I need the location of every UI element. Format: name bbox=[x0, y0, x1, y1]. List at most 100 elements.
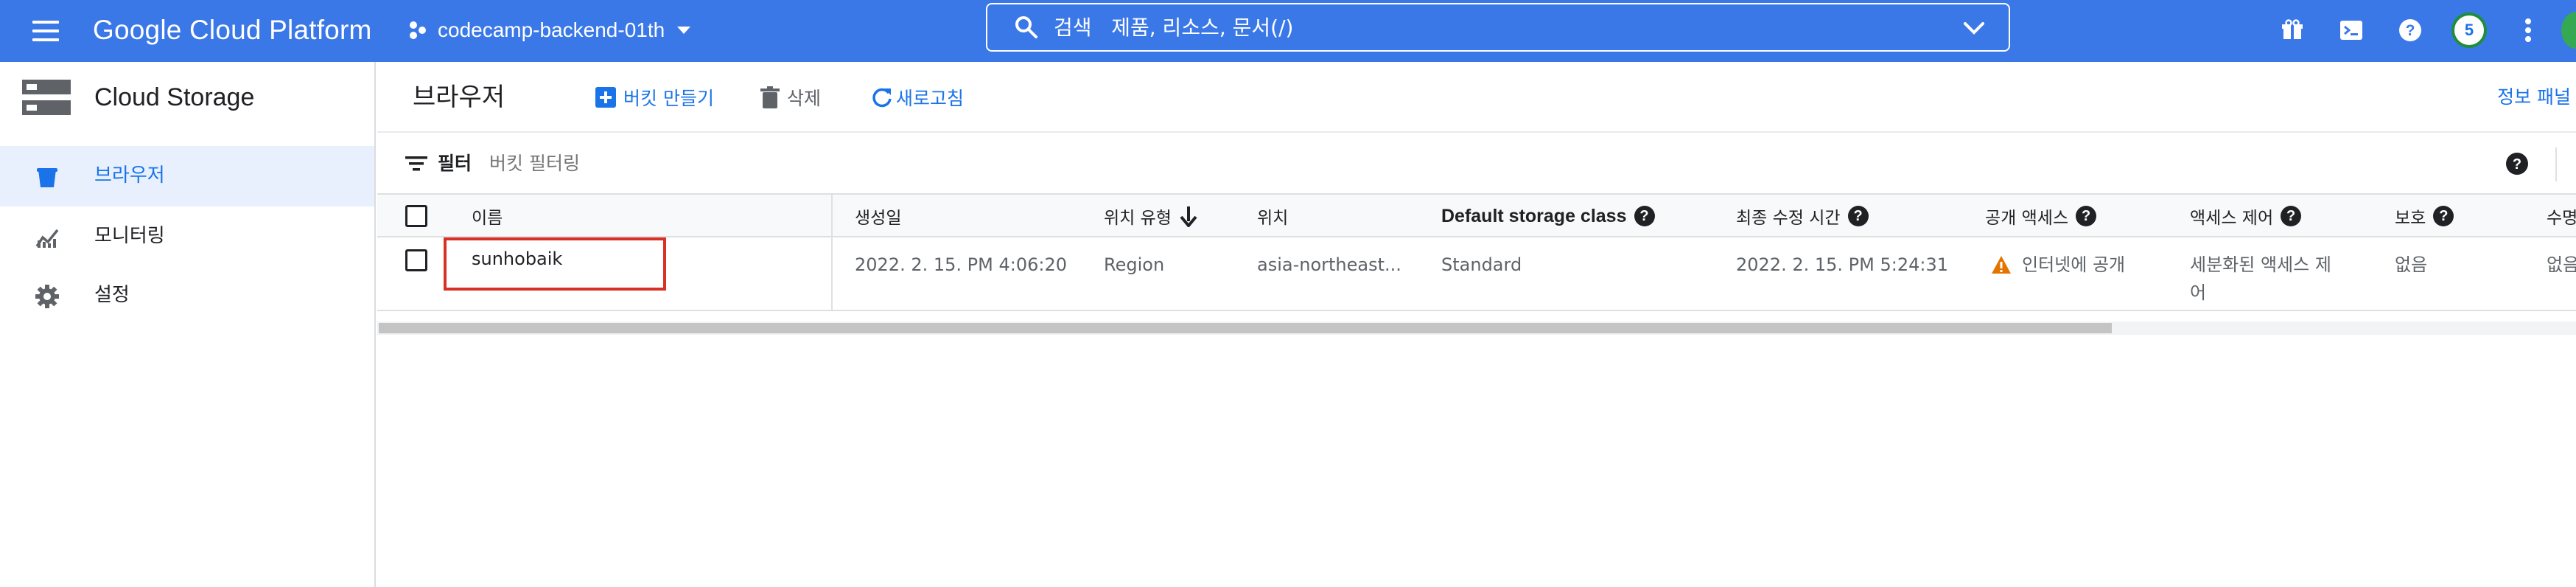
row-checkbox[interactable] bbox=[405, 249, 427, 271]
refresh-icon bbox=[872, 88, 892, 108]
col-location[interactable]: 위치 bbox=[1257, 195, 1288, 237]
sort-arrow-down-icon bbox=[1180, 206, 1197, 227]
column-divider bbox=[831, 193, 833, 311]
cell-location-type: Region bbox=[1104, 254, 1165, 275]
trash-icon bbox=[760, 86, 780, 108]
col-location-label: 위치 bbox=[1257, 209, 1289, 228]
help-icon[interactable]: ? bbox=[2392, 12, 2429, 49]
search-expand-icon[interactable] bbox=[1961, 18, 1987, 40]
col-storage-class[interactable]: Default storage class ? bbox=[1441, 195, 1655, 237]
sidebar-item-browser[interactable]: 브라우저 bbox=[0, 146, 374, 206]
select-all-checkbox[interactable] bbox=[405, 205, 427, 227]
search-input[interactable]: 검색 제품, 리소스, 문서(/) bbox=[1054, 15, 1293, 41]
bucket-name-link[interactable]: sunhobaik bbox=[472, 245, 562, 273]
col-lifecycle[interactable]: 수명 bbox=[2547, 195, 2576, 237]
bucket-icon bbox=[37, 168, 57, 187]
product-title: Cloud Storage bbox=[94, 83, 255, 111]
filter-label: 필터 bbox=[438, 153, 472, 174]
access-control-line: 세분화된 액세스 제 bbox=[2190, 254, 2331, 275]
search-placeholder: 제품, 리소스, 문서(/) bbox=[1111, 15, 1294, 40]
col-modified-label: 최종 수정 시간 bbox=[1736, 209, 1841, 228]
sidebar-item-label: 설정 bbox=[94, 284, 130, 306]
account-avatar[interactable]: 5 bbox=[2451, 12, 2488, 49]
divider bbox=[2555, 147, 2557, 181]
access-control-line: 어 bbox=[2190, 282, 2207, 303]
cell-created: 2022. 2. 15. PM 4:06:20 bbox=[855, 254, 1067, 275]
cell-protection: 없음 bbox=[2395, 254, 2428, 275]
more-vert-icon[interactable] bbox=[2510, 12, 2547, 49]
chart-icon bbox=[35, 229, 59, 248]
sidebar: Cloud Storage 브라우저 모니터링 설정 bbox=[0, 62, 376, 587]
horizontal-scrollbar[interactable] bbox=[377, 322, 2576, 335]
main-menu-icon[interactable] bbox=[29, 16, 65, 46]
search-icon bbox=[1015, 16, 1037, 38]
cell-access-control: 세분화된 액세스 제 어 bbox=[2190, 251, 2331, 307]
svg-text:?: ? bbox=[2513, 156, 2521, 173]
col-location-type[interactable]: 위치 유형 bbox=[1104, 195, 1198, 237]
col-public-access-label: 공개 액세스 bbox=[1985, 209, 2069, 228]
svg-text:?: ? bbox=[2406, 22, 2415, 39]
avatar: 5 bbox=[2451, 13, 2487, 48]
cell-location: asia-northeast... bbox=[1257, 254, 1401, 275]
chevron-down-icon bbox=[677, 27, 691, 34]
cell-public-access: 인터넷에 공개 bbox=[1991, 251, 2125, 279]
add-box-icon bbox=[595, 87, 616, 108]
cell-modified: 2022. 2. 15. PM 5:24:31 bbox=[1736, 254, 1948, 275]
refresh-label: 새로고침 bbox=[896, 88, 965, 109]
col-protection[interactable]: 보호 ? bbox=[2395, 195, 2454, 237]
brand-logo-text[interactable]: Google Cloud Platform bbox=[93, 10, 372, 50]
public-access-text: 인터넷에 공개 bbox=[2022, 254, 2126, 275]
filter-icon bbox=[405, 156, 427, 171]
delete-button[interactable]: 삭제 bbox=[760, 83, 821, 112]
top-app-bar: Google Cloud Platform codecamp-backend-0… bbox=[0, 0, 2576, 62]
help-icon[interactable]: ? bbox=[2505, 152, 2529, 176]
col-name[interactable]: 이름 bbox=[472, 195, 503, 237]
col-public-access[interactable]: 공개 액세스 ? bbox=[1985, 195, 2097, 237]
col-access-control-label: 액세스 제어 bbox=[2190, 209, 2274, 228]
refresh-button[interactable]: 새로고침 bbox=[871, 83, 964, 112]
project-icon bbox=[410, 21, 426, 39]
project-selector[interactable]: codecamp-backend-01th bbox=[407, 12, 694, 49]
partial-avatar[interactable] bbox=[2561, 12, 2576, 49]
help-icon[interactable]: ? bbox=[2433, 206, 2454, 226]
page-title: 브라우저 bbox=[413, 83, 505, 112]
col-access-control[interactable]: 액세스 제어 ? bbox=[2190, 195, 2302, 237]
storage-icon bbox=[22, 80, 71, 115]
table-header: 이름 생성일 위치 유형 위치 Default storage class ? … bbox=[377, 193, 2576, 237]
warning-icon bbox=[1992, 256, 2011, 274]
table-row[interactable]: sunhobaik 2022. 2. 15. PM 4:06:20 Region… bbox=[377, 237, 2576, 311]
cloud-shell-icon[interactable] bbox=[2333, 12, 2370, 49]
project-name: codecamp-backend-01th bbox=[438, 18, 665, 41]
col-modified[interactable]: 최종 수정 시간 ? bbox=[1736, 195, 1869, 237]
col-protection-label: 보호 bbox=[2395, 209, 2426, 228]
help-icon[interactable]: ? bbox=[2076, 206, 2097, 226]
scrollbar-thumb[interactable] bbox=[379, 323, 2112, 333]
col-location-type-label: 위치 유형 bbox=[1104, 209, 1172, 228]
col-name-label: 이름 bbox=[472, 209, 503, 228]
action-toolbar: 브라우저 버킷 만들기 삭제 새로고침 정보 패널 bbox=[377, 62, 2576, 133]
search-label: 검색 bbox=[1054, 15, 1092, 40]
main-content: 브라우저 버킷 만들기 삭제 새로고침 정보 패널 필터 버킷 필터링 ? 이름… bbox=[377, 62, 2576, 587]
search-box[interactable]: 검색 제품, 리소스, 문서(/) bbox=[986, 3, 2010, 52]
sidebar-item-settings[interactable]: 설정 bbox=[0, 265, 374, 326]
col-storage-class-label: Default storage class bbox=[1441, 205, 1627, 226]
gear-icon bbox=[35, 285, 59, 308]
cell-lifecycle: 없음 bbox=[2547, 254, 2576, 275]
gift-icon[interactable] bbox=[2274, 12, 2311, 49]
cell-storage-class: Standard bbox=[1441, 254, 1522, 275]
help-icon[interactable]: ? bbox=[2281, 206, 2302, 226]
delete-label: 삭제 bbox=[787, 88, 822, 109]
sidebar-item-label: 브라우저 bbox=[94, 164, 165, 187]
help-icon[interactable]: ? bbox=[1847, 206, 1869, 226]
filter-input[interactable] bbox=[489, 149, 931, 178]
sidebar-item-label: 모니터링 bbox=[94, 225, 165, 247]
col-created-label: 생성일 bbox=[855, 209, 902, 228]
col-created[interactable]: 생성일 bbox=[855, 195, 901, 237]
product-header: Cloud Storage bbox=[0, 62, 374, 133]
create-bucket-button[interactable]: 버킷 만들기 bbox=[595, 83, 714, 112]
help-icon[interactable]: ? bbox=[1634, 206, 1655, 226]
info-panel-toggle[interactable]: 정보 패널 표 bbox=[2497, 83, 2576, 109]
filter-bar: 필터 ? bbox=[377, 134, 2576, 195]
sidebar-item-monitoring[interactable]: 모니터링 bbox=[0, 206, 374, 267]
col-lifecycle-label: 수명 bbox=[2547, 209, 2576, 228]
